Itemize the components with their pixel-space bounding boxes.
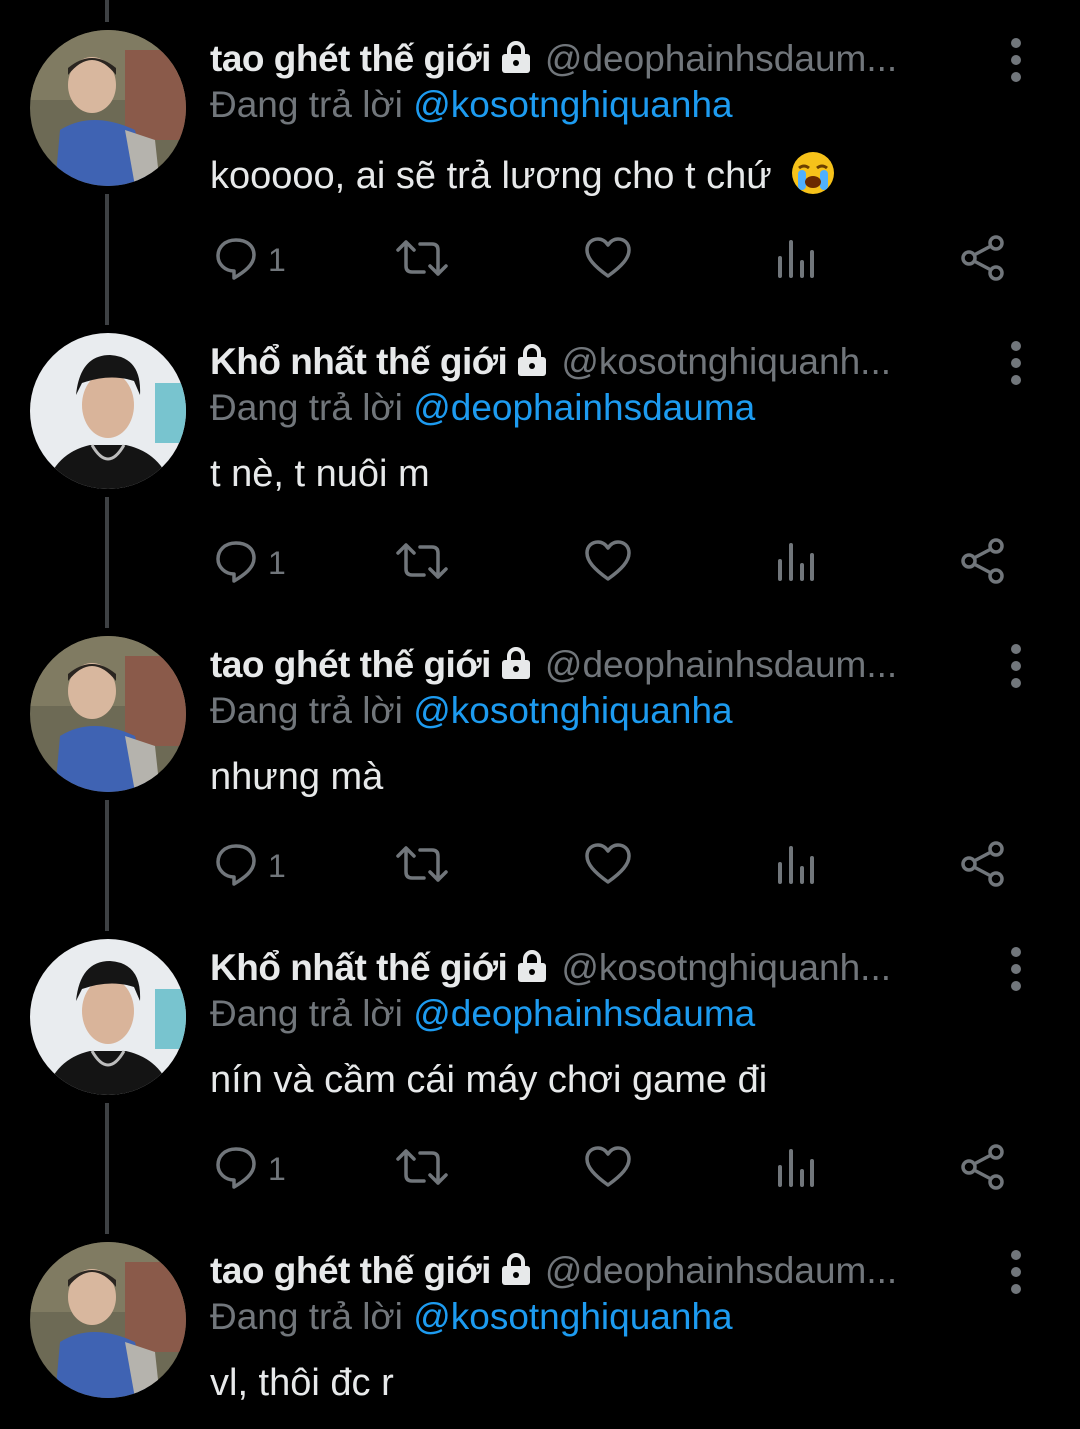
like-button[interactable] [584,838,632,894]
lock-icon [517,949,547,988]
avatar[interactable] [30,939,186,1095]
display-name[interactable]: tao ghét thế giới [210,1250,491,1292]
share-button[interactable] [960,1141,1006,1197]
user-handle[interactable]: @deophainhsdaum... [545,644,897,686]
mention-link[interactable]: @kosotnghiquanha [413,1296,732,1337]
share-button[interactable] [960,838,1006,894]
views-button[interactable] [776,838,816,894]
retweet-icon [396,539,448,588]
views-button[interactable] [776,232,816,288]
more-icon[interactable] [1002,1250,1030,1294]
replying-to: Đang trả lời @deophainhsdauma [210,387,755,429]
crying-emoji-icon [790,150,836,206]
share-icon [960,537,1006,589]
tweet-text: kooooo, ai sẽ trả lương cho t chứ [210,150,836,206]
like-button[interactable] [584,1141,632,1197]
replying-to: Đang trả lời @kosotnghiquanha [210,690,733,732]
replying-to: Đang trả lời @kosotnghiquanha [210,1296,733,1338]
user-handle[interactable]: @kosotnghiquanh... [561,947,891,989]
replying-to-label: Đang trả lời [210,387,403,428]
retweet-icon [396,842,448,891]
more-icon[interactable] [1002,341,1030,385]
retweet-button[interactable] [396,1141,448,1197]
tweet-text: t nè, t nuôi m [210,453,430,495]
retweet-button[interactable] [396,838,448,894]
display-name[interactable]: tao ghét thế giới [210,644,491,686]
mention-link[interactable]: @deophainhsdauma [413,993,755,1034]
reply-count: 1 [268,544,286,581]
avatar[interactable] [30,333,186,489]
like-icon [584,842,632,891]
share-icon [960,1143,1006,1195]
tweet[interactable]: tao ghét thế giới @deophainhsdaum... Đan… [0,0,1080,303]
reply-count: 1 [268,847,286,884]
replying-to-label: Đang trả lời [210,993,403,1034]
like-icon [584,1145,632,1194]
more-icon[interactable] [1002,644,1030,688]
user-handle[interactable]: @kosotnghiquanh... [561,341,891,383]
share-icon [960,840,1006,892]
like-icon [584,539,632,588]
share-icon [960,234,1006,286]
mention-link[interactable]: @kosotnghiquanha [413,690,732,731]
user-handle[interactable]: @deophainhsdaum... [545,1250,897,1292]
tweet-text-content: kooooo, ai sẽ trả lương cho t chứ [210,155,772,198]
replying-to-label: Đang trả lời [210,84,403,125]
like-button[interactable] [584,232,632,288]
reply-button[interactable]: 1 [214,838,286,894]
avatar[interactable] [30,636,186,792]
reply-button[interactable]: 1 [214,535,286,591]
display-name[interactable]: tao ghét thế giới [210,38,491,80]
lock-icon [517,343,547,382]
replying-to-label: Đang trả lời [210,690,403,731]
reply-icon [214,236,258,285]
tweet[interactable]: tao ghét thế giới @deophainhsdaum... Đan… [0,1212,1080,1429]
mention-link[interactable]: @kosotnghiquanha [413,84,732,125]
reply-count: 1 [268,241,286,278]
retweet-icon [396,1145,448,1194]
more-icon[interactable] [1002,38,1030,82]
reply-icon [214,1145,258,1194]
display-name[interactable]: Khổ nhất thế giới [210,947,508,989]
avatar[interactable] [30,30,186,186]
retweet-icon [396,236,448,285]
share-button[interactable] [960,232,1006,288]
tweet-text: nín và cầm cái máy chơi game đi [210,1059,768,1101]
retweet-button[interactable] [396,232,448,288]
replying-to: Đang trả lời @kosotnghiquanha [210,84,733,126]
tweet[interactable]: Khổ nhất thế giới @kosotnghiquanh... Đan… [0,909,1080,1212]
views-icon [776,539,816,588]
views-icon [776,236,816,285]
views-icon [776,842,816,891]
display-name[interactable]: Khổ nhất thế giới [210,341,508,383]
reply-button[interactable]: 1 [214,232,286,288]
tweet-text: nhưng mà [210,756,384,798]
reply-count: 1 [268,1150,286,1187]
avatar[interactable] [30,1242,186,1398]
tweet[interactable]: tao ghét thế giới @deophainhsdaum... Đan… [0,606,1080,909]
tweet-text: vl, thôi đc r [210,1362,394,1404]
lock-icon [501,40,531,79]
reply-icon [214,842,258,891]
views-button[interactable] [776,1141,816,1197]
views-icon [776,1145,816,1194]
tweet[interactable]: Khổ nhất thế giới @kosotnghiquanh... Đan… [0,303,1080,606]
views-button[interactable] [776,535,816,591]
share-button[interactable] [960,535,1006,591]
user-handle[interactable]: @deophainhsdaum... [545,38,897,80]
like-icon [584,236,632,285]
replying-to: Đang trả lời @deophainhsdauma [210,993,755,1035]
lock-icon [501,1252,531,1291]
mention-link[interactable]: @deophainhsdauma [413,387,755,428]
lock-icon [501,646,531,685]
reply-button[interactable]: 1 [214,1141,286,1197]
reply-icon [214,539,258,588]
more-icon[interactable] [1002,947,1030,991]
retweet-button[interactable] [396,535,448,591]
like-button[interactable] [584,535,632,591]
replying-to-label: Đang trả lời [210,1296,403,1337]
